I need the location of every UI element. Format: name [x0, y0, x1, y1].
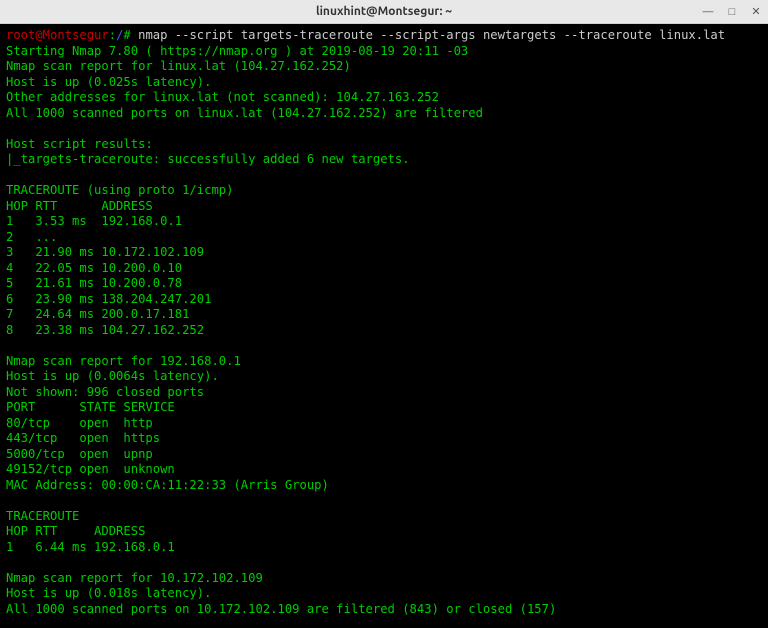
prompt-sep: : — [109, 28, 116, 42]
output-line — [6, 338, 762, 354]
window-controls: — □ ✕ — [702, 6, 762, 18]
output-line: 1 6.44 ms 192.168.0.1 — [6, 540, 762, 556]
output-line: 49152/tcp open unknown — [6, 462, 762, 478]
output-line — [6, 168, 762, 184]
window-titlebar: linuxhint@Montsegur: ~ — □ ✕ — [0, 0, 768, 24]
prompt-user: root@Montsegur — [6, 28, 109, 42]
output-line: 8 23.38 ms 104.27.162.252 — [6, 323, 762, 339]
output-line: 7 24.64 ms 200.0.17.181 — [6, 307, 762, 323]
output-line: MAC Address: 00:00:CA:11:22:33 (Arris Gr… — [6, 478, 762, 494]
output-line: TRACEROUTE — [6, 509, 762, 525]
output-line: TRACEROUTE (using proto 1/icmp) — [6, 183, 762, 199]
output-line: PORT STATE SERVICE — [6, 400, 762, 416]
terminal-area[interactable]: root@Montsegur:/# nmap --script targets-… — [0, 24, 768, 628]
output-line: 4 22.05 ms 10.200.0.10 — [6, 261, 762, 277]
output-line: Host is up (0.018s latency). — [6, 586, 762, 602]
output-line: 1 3.53 ms 192.168.0.1 — [6, 214, 762, 230]
output-line: Host is up (0.025s latency). — [6, 75, 762, 91]
output-line — [6, 121, 762, 137]
output-line: Nmap scan report for 10.172.102.109 — [6, 571, 762, 587]
output-line: 443/tcp open https — [6, 431, 762, 447]
output-line: 2 ... — [6, 230, 762, 246]
output-line: Nmap scan report for 192.168.0.1 — [6, 354, 762, 370]
maximize-icon[interactable]: □ — [726, 6, 738, 18]
output-line: 80/tcp open http — [6, 416, 762, 432]
prompt-line: root@Montsegur:/# nmap --script targets-… — [6, 28, 762, 44]
output-line — [6, 493, 762, 509]
window-title: linuxhint@Montsegur: ~ — [316, 5, 452, 18]
output-line: Other addresses for linux.lat (not scann… — [6, 90, 762, 106]
output-line: 5000/tcp open upnp — [6, 447, 762, 463]
output-line: 3 21.90 ms 10.172.102.109 — [6, 245, 762, 261]
output-line: Not shown: 996 closed ports — [6, 385, 762, 401]
output-line: Host script results: — [6, 137, 762, 153]
output-line: HOP RTT ADDRESS — [6, 524, 762, 540]
output-line: All 1000 scanned ports on 10.172.102.109… — [6, 602, 762, 618]
output-line: |_targets-traceroute: successfully added… — [6, 152, 762, 168]
output-line: Host is up (0.0064s latency). — [6, 369, 762, 385]
command-text: nmap --script targets-traceroute --scrip… — [138, 28, 725, 42]
output-line: Starting Nmap 7.80 ( https://nmap.org ) … — [6, 44, 762, 60]
minimize-icon[interactable]: — — [702, 6, 714, 18]
output-line: 6 23.90 ms 138.204.247.201 — [6, 292, 762, 308]
close-icon[interactable]: ✕ — [750, 6, 762, 18]
output-line: All 1000 scanned ports on linux.lat (104… — [6, 106, 762, 122]
output-line: Nmap scan report for linux.lat (104.27.1… — [6, 59, 762, 75]
prompt-symbol: # — [123, 28, 138, 42]
output-line — [6, 555, 762, 571]
output-line: 5 21.61 ms 10.200.0.78 — [6, 276, 762, 292]
output-line: HOP RTT ADDRESS — [6, 199, 762, 215]
